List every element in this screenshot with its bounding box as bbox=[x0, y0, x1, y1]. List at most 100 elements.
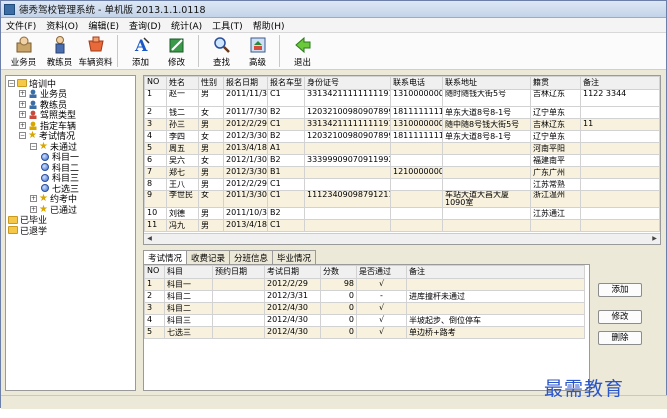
table-row[interactable]: 5 周五男 2013/4/18 A1 河南平阳 bbox=[144, 142, 660, 155]
table-cell: 孙三 bbox=[166, 118, 199, 131]
tab[interactable]: 考试情况 bbox=[143, 250, 188, 265]
tree-node[interactable]: + 业务员 bbox=[6, 89, 135, 100]
table-row[interactable]: 9 李世民女 2011/3/30 C1 111234090987912119 车站大道大昌… bbox=[144, 190, 660, 208]
table-cell: 6 bbox=[144, 154, 167, 167]
table-cell: A1 bbox=[267, 142, 305, 155]
menu-item[interactable]: 文件(F) bbox=[1, 19, 41, 32]
menu-item[interactable]: 帮助(H) bbox=[248, 19, 290, 32]
column-header[interactable]: 分数 bbox=[320, 265, 357, 279]
table-row[interactable]: 6 吴六女 2012/1/30 B2 333999090709119921 福建南平 bbox=[144, 154, 660, 167]
column-header[interactable]: NO bbox=[144, 265, 165, 279]
table-cell bbox=[212, 278, 265, 291]
table-row[interactable]: 1 科目一 2012/2/29 98 √ bbox=[144, 278, 585, 291]
column-header[interactable]: 身份证号 bbox=[304, 76, 391, 90]
table-row[interactable]: 2 科目二 2012/3/31 0- 进库撞杆未通过 bbox=[144, 290, 585, 303]
table-cell: 2012/1/30 bbox=[223, 154, 268, 167]
menu-item[interactable]: 资料(O) bbox=[41, 19, 83, 32]
table-row[interactable]: 11 冯九男 2013/4/18 C1 bbox=[144, 219, 660, 232]
column-header[interactable]: 报名车型 bbox=[267, 76, 305, 90]
table-row[interactable]: 3 孙三男 2012/2/29 C1 331342111111111911 1310000… bbox=[144, 118, 660, 131]
delete-button[interactable]: 删除 bbox=[598, 331, 642, 345]
tree-node[interactable]: 已退学 bbox=[6, 225, 135, 237]
table-cell: 江苏常熟 bbox=[530, 178, 581, 191]
table-cell bbox=[304, 178, 391, 191]
table-cell: 吴六 bbox=[166, 154, 199, 167]
student-table[interactable]: NO 姓名 性别 报名日期 报名车型 身份证号 联系电话 联系地址 籍贯 备注 1 赵一男 2011/… bbox=[143, 75, 661, 245]
scroll-left-icon[interactable]: ◀ bbox=[145, 235, 154, 243]
table-cell bbox=[304, 219, 391, 232]
table-row[interactable]: 4 科目三 2012/4/30 0 √ 半坡起步、倒位停车 bbox=[144, 314, 585, 327]
modify-button[interactable]: 修改 bbox=[598, 310, 642, 324]
scroll-right-icon[interactable]: ▶ bbox=[650, 235, 659, 243]
add-button[interactable]: 添加 bbox=[598, 283, 642, 297]
column-header[interactable]: 是否通过 bbox=[356, 265, 407, 279]
table-cell: 男 bbox=[198, 178, 224, 191]
table-cell: 冯九 bbox=[166, 219, 199, 232]
toolbar-button[interactable]: 高级 bbox=[241, 33, 274, 68]
column-header[interactable]: 籍贯 bbox=[530, 76, 581, 90]
collapse-icon[interactable]: − bbox=[19, 132, 26, 140]
table-row[interactable]: 4李四女2012/3/30B2120321009809078991X181111… bbox=[144, 130, 660, 143]
expand-icon[interactable]: + bbox=[30, 195, 37, 203]
column-header[interactable]: 考试日期 bbox=[264, 265, 321, 279]
tree-node[interactable]: − 培训中 bbox=[6, 78, 135, 90]
title-bar: 德秀驾校管理系统 - 单机版 2013.1.1.0118 bbox=[1, 1, 666, 18]
toolbar-button[interactable]: 业务员 bbox=[7, 33, 40, 68]
table-cell: 1122 3344 bbox=[580, 89, 660, 107]
table-cell: 331342111111111911 bbox=[304, 118, 391, 131]
column-header[interactable]: 报名日期 bbox=[223, 76, 268, 90]
table-cell: 11 bbox=[580, 118, 660, 131]
menu-item[interactable]: 统计(A) bbox=[166, 19, 207, 32]
expand-icon[interactable]: + bbox=[19, 100, 26, 108]
vehicle-icon bbox=[87, 36, 104, 52]
expand-icon[interactable]: + bbox=[30, 205, 37, 213]
toolbar-button[interactable]: 教练员 bbox=[43, 33, 76, 68]
tab[interactable]: 收费记录 bbox=[186, 250, 231, 264]
table-row[interactable]: 10 刘德男 2011/10/30 B2 江苏通江 bbox=[144, 207, 660, 220]
table-cell bbox=[390, 219, 443, 232]
column-header[interactable]: 科目 bbox=[164, 265, 213, 279]
column-header[interactable]: NO bbox=[144, 76, 167, 90]
menu-item[interactable]: 查询(D) bbox=[124, 19, 166, 32]
exam-table[interactable]: NO 科目 预约日期 考试日期 分数 是否通过 备注 1 科目一 2012/2/29 98 √ 2 科目… bbox=[143, 264, 590, 391]
toolbar-button[interactable]: 车辆资料 bbox=[79, 33, 113, 68]
column-header[interactable]: 预约日期 bbox=[212, 265, 265, 279]
column-header[interactable]: 备注 bbox=[406, 265, 585, 279]
table-row[interactable]: 7郑七男2012/3/30B1 12100000000 广东广州 bbox=[144, 166, 660, 179]
horizontal-scrollbar[interactable]: ◀ ▶ bbox=[144, 233, 660, 244]
column-header[interactable]: 联系地址 bbox=[442, 76, 531, 90]
table-row[interactable]: 2钱二女2011/7/30B2120321009809078991X181111… bbox=[144, 106, 660, 119]
table-cell: B2 bbox=[267, 154, 305, 167]
menu-item[interactable]: 编辑(E) bbox=[83, 19, 124, 32]
table-cell: 5 bbox=[144, 326, 165, 339]
column-header[interactable]: 备注 bbox=[580, 76, 660, 90]
expand-icon[interactable]: + bbox=[19, 111, 26, 119]
toolbar-button[interactable]: 修改 bbox=[160, 33, 193, 68]
tab[interactable]: 分班信息 bbox=[229, 250, 274, 264]
table-row[interactable]: 5 七选三 2012/4/30 0 √ 单边桥+路考 bbox=[144, 326, 585, 339]
column-header[interactable]: 联系电话 bbox=[390, 76, 443, 90]
table-cell: C1 bbox=[267, 219, 305, 232]
collapse-icon[interactable]: − bbox=[8, 79, 15, 87]
table-cell: C1 bbox=[267, 190, 305, 208]
tab[interactable]: 毕业情况 bbox=[272, 250, 317, 264]
collapse-icon[interactable]: − bbox=[30, 142, 37, 150]
table-cell: 浙江温州 bbox=[530, 190, 581, 208]
table-cell: 1 bbox=[144, 278, 165, 291]
main-window: 德秀驾校管理系统 - 单机版 2013.1.1.0118 文件(F) 资料(O) 编… bbox=[0, 0, 667, 409]
table-row[interactable]: 1 赵一男 2011/11/30 C1 331342111111111911 131000… bbox=[144, 89, 660, 107]
table-cell: 车站大道大昌大厦1090室 bbox=[442, 190, 531, 208]
people-icon bbox=[28, 100, 38, 109]
menu-item[interactable]: 工具(T) bbox=[207, 19, 248, 32]
table-row[interactable]: 8 王八男 2012/2/29 C1 江苏常熟 bbox=[144, 178, 660, 191]
pass-status: √ bbox=[356, 314, 407, 327]
expand-icon[interactable]: + bbox=[19, 121, 26, 129]
category-tree[interactable]: − 培训中 + 业务员 + 教练员 + 驾照类型 + 指定车辆 − ★ 考试情况 − ★ 未通过 科目一 科目二科… bbox=[5, 75, 136, 391]
table-row[interactable]: 3 科目二 2012/4/30 0 √ bbox=[144, 302, 585, 315]
expand-icon[interactable]: + bbox=[19, 90, 26, 98]
toolbar-button[interactable]: A 添加 bbox=[124, 33, 157, 68]
column-header[interactable]: 姓名 bbox=[166, 76, 199, 90]
toolbar-button[interactable]: 查找 bbox=[205, 33, 238, 68]
column-header[interactable]: 性别 bbox=[198, 76, 224, 90]
toolbar-button[interactable]: 退出 bbox=[286, 33, 319, 68]
